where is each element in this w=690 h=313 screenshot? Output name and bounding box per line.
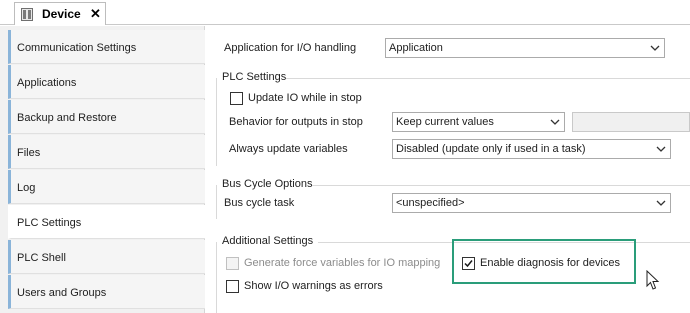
mouse-cursor-icon (646, 270, 660, 290)
close-icon[interactable]: ✕ (90, 6, 101, 22)
force-vars-checkbox[interactable] (226, 257, 239, 270)
behavior-dropdown[interactable]: Keep current values (392, 112, 565, 132)
chevron-down-icon (656, 200, 666, 206)
nav-item-plc-settings[interactable]: PLC Settings (8, 205, 205, 239)
group-divider (216, 185, 217, 219)
nav-item-label: Log (17, 182, 36, 194)
chevron-down-icon (650, 45, 660, 51)
always-update-label: Always update variables (229, 143, 348, 155)
highlight-box (452, 239, 636, 284)
device-icon (21, 8, 33, 21)
group-divider (312, 185, 690, 186)
nav-item-label: PLC Shell (17, 252, 66, 264)
chevron-down-icon (656, 146, 666, 152)
app-io-label: Application for I/O handling (224, 42, 357, 54)
bus-task-dropdown[interactable]: <unspecified> (392, 193, 671, 213)
nav-item-label: Backup and Restore (17, 112, 117, 124)
group-divider (286, 78, 690, 79)
always-update-value: Disabled (update only if used in a task) (396, 143, 586, 155)
additional-group-title: Additional Settings (222, 235, 314, 247)
nav-item-log[interactable]: Log (8, 170, 205, 204)
always-update-dropdown[interactable]: Disabled (update only if used in a task) (392, 139, 671, 159)
show-warnings-checkbox[interactable] (226, 280, 239, 293)
nav-item-plc-shell[interactable]: PLC Shell (8, 240, 205, 274)
update-io-label: Update IO while in stop (248, 92, 362, 104)
show-warnings-label: Show I/O warnings as errors (244, 280, 383, 292)
chevron-down-icon (550, 119, 560, 125)
nav-item-applications[interactable]: Applications (8, 65, 205, 99)
bus-task-value: <unspecified> (396, 197, 465, 209)
nav-item-label: Files (17, 147, 41, 159)
editor-tab-strip: Device ✕ (0, 0, 690, 25)
tab-device[interactable]: Device ✕ (14, 2, 106, 25)
app-io-dropdown[interactable]: Application (385, 38, 665, 58)
nav-item-users-and-groups[interactable]: Users and Groups (8, 275, 205, 309)
update-io-checkbox[interactable] (230, 92, 243, 105)
bus-task-label: Bus cycle task (224, 197, 295, 209)
nav-item-label: PLC Settings (17, 217, 82, 229)
tab-title: Device (42, 7, 81, 21)
nav-item-communication-settings[interactable]: Communication Settings (8, 30, 205, 64)
behavior-label: Behavior for outputs in stop (229, 116, 363, 128)
behavior-value: Keep current values (396, 116, 494, 128)
nav-item-backup-and-restore[interactable]: Backup and Restore (8, 100, 205, 134)
nav-item-label: Communication Settings (17, 42, 137, 54)
group-divider (216, 242, 217, 313)
settings-navigation: Communication Settings Applications Back… (0, 26, 205, 313)
nav-item-label: Users and Groups (17, 287, 107, 299)
nav-item-label: Applications (17, 77, 77, 89)
bus-group-title: Bus Cycle Options (222, 178, 313, 190)
plc-group-title: PLC Settings (222, 71, 287, 83)
force-vars-label: Generate force variables for IO mapping (244, 257, 441, 269)
behavior-extra-field (572, 112, 690, 132)
app-io-value: Application (389, 42, 443, 54)
nav-item-files[interactable]: Files (8, 135, 205, 169)
group-divider (216, 78, 217, 166)
